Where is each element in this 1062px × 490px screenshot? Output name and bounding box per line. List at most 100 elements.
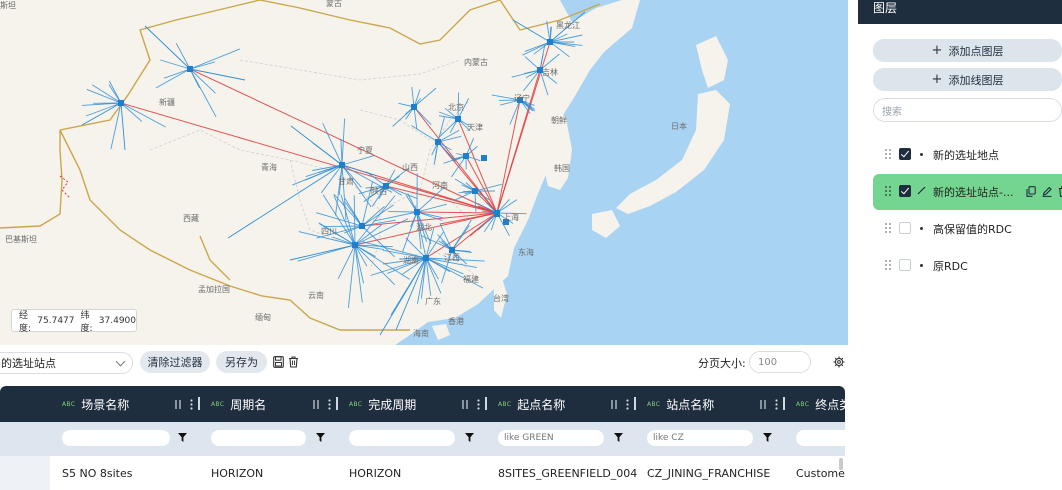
sort-icon[interactable] (174, 399, 182, 410)
copy-icon[interactable] (1026, 186, 1036, 197)
drag-handle-icon[interactable] (885, 149, 891, 159)
delete-icon[interactable] (288, 356, 299, 368)
map-label: 江西 (444, 253, 460, 262)
column-menu-icon[interactable] (328, 398, 331, 410)
map-label: 内蒙古 (464, 58, 488, 67)
map-label: 韩国 (554, 164, 570, 173)
layer-name: 新的选址站点-... (933, 186, 1014, 199)
column-menu-icon[interactable] (626, 398, 629, 410)
map-label: 山西 (402, 163, 418, 172)
column-header[interactable]: ABC 场景名称 (62, 386, 129, 422)
map-label: 海南 (413, 329, 429, 338)
column-sort-menu[interactable] (759, 397, 778, 411)
column-filter-input[interactable] (796, 430, 845, 446)
filter-icon[interactable] (763, 433, 772, 442)
column-menu-icon[interactable] (477, 398, 480, 410)
column-resize-handle[interactable] (634, 397, 636, 410)
column-resize-handle[interactable] (198, 397, 200, 410)
layer-item[interactable]: 高保留值的RDC (873, 211, 1062, 247)
add-line-layer-button[interactable]: + 添加线图层 (873, 68, 1062, 91)
edit-icon[interactable] (1042, 186, 1052, 197)
column-resize-handle[interactable] (336, 397, 338, 410)
sort-icon[interactable] (610, 399, 618, 410)
layer-visibility-checkbox[interactable] (899, 148, 911, 160)
column-header[interactable]: ABC 站点名称 (647, 386, 714, 422)
column-sort-menu[interactable] (312, 397, 331, 411)
save-as-button[interactable]: 另存为 (216, 351, 267, 373)
row-selector[interactable] (0, 456, 50, 490)
add-point-layer-label: 添加点图层 (948, 44, 1004, 58)
page-size-input[interactable]: 100 (749, 351, 811, 373)
clear-filter-button[interactable]: 清除过滤器 (140, 351, 210, 373)
layer-item[interactable]: 新的选址地点 (873, 137, 1062, 173)
table-row[interactable]: S5 NO 8sites HORIZON HORIZON 8SITES_GREE… (0, 456, 845, 490)
map-label: 河南 (432, 181, 448, 190)
site-marker (472, 188, 478, 194)
layer-item[interactable]: 原RDC (873, 248, 1062, 284)
filter-icon[interactable] (614, 433, 623, 442)
view-select[interactable]: 的选址站点 (0, 352, 133, 374)
layer-visibility-checkbox[interactable] (899, 222, 911, 234)
table-cell: Custome (796, 466, 845, 480)
layer-visibility-checkbox[interactable] (899, 185, 911, 197)
layer-item[interactable]: 新的选址站点-... (873, 174, 1062, 210)
vertical-scrollbar[interactable] (839, 458, 843, 470)
column-menu-icon[interactable] (190, 398, 193, 410)
map-label: 台湾 (493, 294, 509, 303)
sort-icon[interactable] (461, 399, 469, 410)
layer-panel: 图层 + 添加点图层 + 添加线图层 搜索 新的选址地点 新的选址站点-... (858, 0, 1062, 490)
column-resize-handle[interactable] (783, 397, 785, 410)
column-header[interactable]: ABC 周期名 (211, 386, 266, 422)
filter-icon[interactable] (178, 433, 187, 442)
column-header[interactable]: ABC 起点名称 (498, 386, 565, 422)
column-menu-icon[interactable] (775, 398, 778, 410)
view-select-value: 的选址站点 (1, 357, 56, 370)
site-marker (118, 100, 124, 106)
map-label: 广东 (425, 297, 441, 306)
sort-icon[interactable] (312, 399, 320, 410)
site-marker (455, 116, 461, 122)
longitude-value: 75.7477 (37, 315, 75, 326)
map-view[interactable]: 斯坦 蒙古 新疆 内蒙古 青海 西藏 巴基斯坦 甘肃 四川 湖南 江西 福建 云… (0, 0, 848, 345)
column-sort-menu[interactable] (610, 397, 629, 411)
filter-icon[interactable] (465, 433, 474, 442)
filter-icon[interactable] (316, 433, 325, 442)
site-marker (481, 155, 487, 161)
site-marker (463, 153, 469, 159)
sort-icon[interactable] (759, 399, 767, 410)
map-label: 吉林 (542, 68, 558, 77)
drag-handle-icon[interactable] (885, 260, 891, 270)
table-cell: S5 NO 8sites (62, 466, 133, 480)
layer-search-input[interactable]: 搜索 (873, 98, 1062, 122)
map-label: 日本 (671, 122, 687, 131)
column-filter-input[interactable] (349, 430, 455, 446)
column-header[interactable]: ABC 完成周期 (349, 386, 416, 422)
point-layer-icon (920, 264, 923, 267)
delete-icon[interactable] (1058, 186, 1062, 197)
column-filter-input[interactable] (62, 430, 170, 446)
point-layer-icon (920, 227, 923, 230)
column-header[interactable]: ABC终点类 (796, 386, 845, 422)
column-filter-input[interactable]: like CZ (647, 430, 753, 446)
map-canvas[interactable] (0, 0, 848, 345)
column-sort-menu[interactable] (174, 397, 193, 411)
filter-row: like GREEN like CZ (0, 422, 845, 456)
column-filter-input[interactable] (211, 430, 306, 446)
save-icon[interactable] (273, 356, 284, 368)
hokkaido-land (696, 36, 728, 88)
map-label: 湖南 (403, 256, 419, 265)
drag-handle-icon[interactable] (885, 186, 891, 196)
gear-icon[interactable] (833, 356, 845, 368)
map-label: 云南 (308, 291, 324, 300)
data-table: ABC 场景名称 ABC 周期名 ABC 完成周期 ABC 起点名称 ABC 站点名称 A… (0, 386, 845, 490)
column-sort-menu[interactable] (461, 397, 480, 411)
site-marker (339, 162, 345, 168)
add-point-layer-button[interactable]: + 添加点图层 (873, 39, 1062, 62)
layer-visibility-checkbox[interactable] (899, 259, 911, 271)
add-line-layer-label: 添加线图层 (948, 73, 1004, 87)
coordinate-readout: 经度: 75.7477 纬度: 37.4900 (11, 309, 137, 334)
honshu-land (616, 90, 730, 214)
column-resize-handle[interactable] (485, 397, 487, 410)
column-filter-input[interactable]: like GREEN (498, 430, 604, 446)
drag-handle-icon[interactable] (885, 223, 891, 233)
